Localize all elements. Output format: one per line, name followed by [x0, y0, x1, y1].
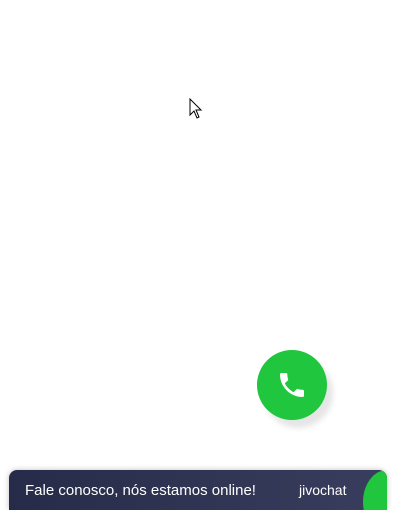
jivochat-logo: jivochat [299, 482, 347, 498]
chat-message: Fale conosco, nós estamos online! [25, 482, 256, 499]
phone-icon [280, 373, 304, 397]
page: Fale conosco, nós estamos online! jivoch… [0, 0, 410, 510]
call-button[interactable] [257, 350, 327, 420]
mouse-cursor-icon [189, 98, 203, 119]
chat-corner-accent [363, 470, 387, 510]
chat-widget-bar[interactable]: Fale conosco, nós estamos online! jivoch… [9, 470, 387, 510]
